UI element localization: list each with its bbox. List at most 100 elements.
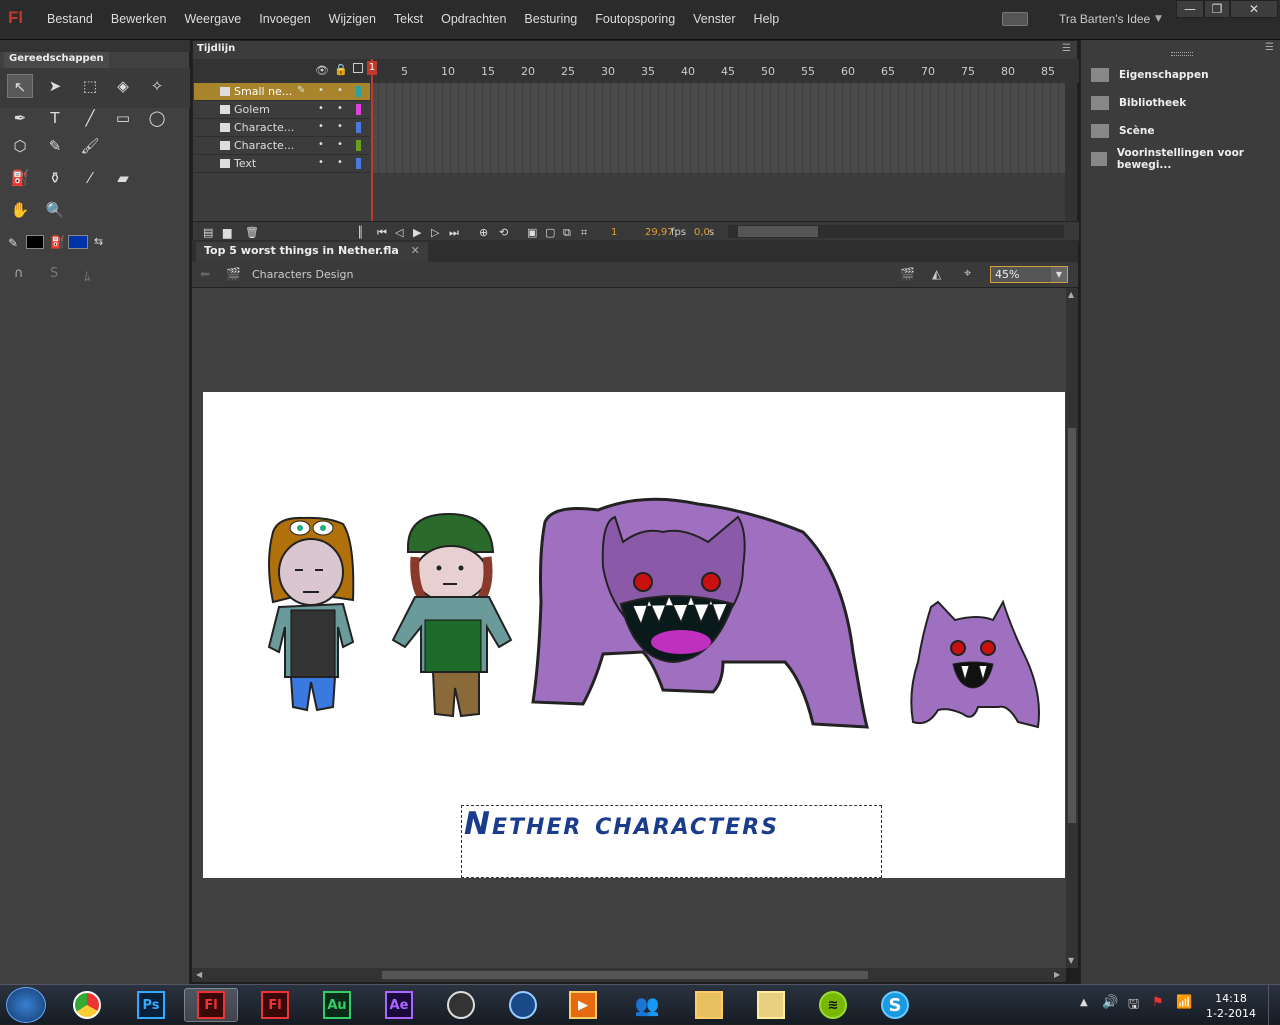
panel-menu-icon[interactable]: ☰	[1062, 43, 1071, 54]
back-arrow-icon[interactable]: ⬅	[200, 267, 210, 281]
current-frame-value[interactable]: 1	[611, 227, 617, 238]
straighten-icon[interactable]: ﾑ	[84, 266, 91, 285]
rectangle-tool-icon[interactable]: ▭	[110, 106, 136, 130]
scroll-thumb[interactable]	[1068, 428, 1076, 823]
layer-outline-color[interactable]	[356, 86, 361, 97]
step-forward-icon[interactable]: ▷	[431, 226, 439, 239]
swap-colors-icon[interactable]: ⇆	[94, 235, 103, 248]
taskbar-app-tool[interactable]	[434, 988, 488, 1022]
scroll-thumb[interactable]	[382, 971, 868, 979]
lasso-tool-icon[interactable]: ✧	[144, 74, 170, 98]
start-button[interactable]	[6, 987, 46, 1023]
layer-outline-color[interactable]	[356, 140, 361, 151]
timeline-hscroll[interactable]	[728, 225, 1064, 238]
play-icon[interactable]: ▶	[413, 226, 421, 239]
lock-toggle[interactable]: •	[337, 139, 343, 150]
loop-icon[interactable]: ⟲	[499, 226, 508, 239]
step-back-icon[interactable]: ◁	[395, 226, 403, 239]
panel-menu-icon[interactable]: ☰	[1265, 42, 1274, 53]
action-center-icon[interactable]: ⚑	[1152, 995, 1164, 1010]
modify-onion-markers-icon[interactable]: ⌗	[581, 226, 587, 240]
minimize-button[interactable]: —	[1176, 0, 1204, 18]
scroll-left-icon[interactable]: ◀	[196, 970, 202, 979]
lock-toggle[interactable]: •	[337, 157, 343, 168]
stroke-color-icon[interactable]: ✎	[8, 236, 18, 250]
hand-tool-icon[interactable]: ✋	[7, 198, 33, 222]
show-desktop-button[interactable]	[1268, 985, 1280, 1025]
layer-row[interactable]: Golem • •	[194, 101, 370, 119]
polystar-tool-icon[interactable]: ⬡	[7, 134, 33, 158]
fps-value[interactable]: 29,97	[645, 227, 674, 238]
volume-icon[interactable]: 🔊	[1102, 995, 1118, 1010]
visibility-toggle[interactable]: •	[318, 121, 324, 132]
taskbar-after-effects[interactable]: Ae	[372, 988, 426, 1022]
scroll-right-icon[interactable]: ▶	[1054, 970, 1060, 979]
document-tab[interactable]: Top 5 worst things in Nether.fla ✕	[196, 242, 428, 262]
taskbar-explorer[interactable]	[682, 988, 736, 1022]
menu-weergave[interactable]: Weergave	[175, 12, 250, 26]
chevron-down-icon[interactable]: ▼	[1155, 14, 1162, 24]
panel-scene[interactable]: Scène	[1091, 120, 1155, 142]
new-layer-icon[interactable]: ▤	[203, 226, 213, 239]
taskbar-audition[interactable]: Au	[310, 988, 364, 1022]
stage-hscroll[interactable]: ◀ ▶	[192, 968, 1066, 982]
onion-outline-icon[interactable]: ▢	[545, 226, 555, 239]
text-tool-icon[interactable]: T	[42, 106, 68, 130]
taskbar-chrome[interactable]	[60, 988, 114, 1022]
lock-toggle[interactable]: •	[337, 85, 343, 96]
playhead-handle[interactable]: 1	[367, 61, 377, 75]
new-folder-icon[interactable]: ▆	[223, 226, 231, 239]
taskbar-messenger[interactable]: 👥	[620, 988, 674, 1022]
free-transform-tool-icon[interactable]: ⬚	[77, 74, 103, 98]
trash-icon[interactable]: 🗑	[245, 226, 259, 239]
breadcrumb[interactable]: Characters Design	[252, 268, 354, 281]
panel-library[interactable]: Bibliotheek	[1091, 92, 1186, 114]
ink-bottle-tool-icon[interactable]: ⚱	[42, 166, 68, 190]
layer-row[interactable]: Text • •	[194, 155, 370, 173]
stage-vscroll[interactable]: ▲ ▼	[1066, 288, 1078, 968]
pen-tool-icon[interactable]: ✒	[7, 106, 33, 130]
lock-toggle[interactable]: •	[337, 121, 343, 132]
system-clock[interactable]: 14:18 1-2-2014	[1196, 991, 1266, 1021]
layer-outline-color[interactable]	[356, 104, 361, 115]
center-stage-icon[interactable]: ⌖	[964, 266, 971, 281]
smooth-icon[interactable]: S	[50, 266, 58, 281]
visibility-toggle[interactable]: •	[318, 139, 324, 150]
device-icon[interactable]: 🖫	[1128, 995, 1139, 1017]
title-text-box[interactable]: Nether characters	[461, 805, 882, 878]
subselection-tool-icon[interactable]: ➤	[42, 74, 68, 98]
visibility-toggle[interactable]: •	[318, 157, 324, 168]
fill-color-swatch[interactable]	[68, 235, 88, 249]
tray-expand-icon[interactable]: ▲	[1080, 997, 1088, 1008]
layer-outline-color[interactable]	[356, 122, 361, 133]
splitter-icon[interactable]: ║	[357, 226, 364, 239]
brush-tool-icon[interactable]: 🖌	[77, 134, 103, 158]
taskbar-spotify[interactable]: ≋	[806, 988, 860, 1022]
menu-bestand[interactable]: Bestand	[38, 12, 102, 26]
layer-row[interactable]: Small ne... ✎ • •	[194, 83, 370, 101]
snap-to-objects-icon[interactable]: ∩	[14, 266, 24, 281]
scroll-up-icon[interactable]: ▲	[1068, 290, 1074, 299]
stroke-color-swatch[interactable]	[26, 235, 44, 249]
pasteboard[interactable]: Nether characters	[192, 288, 1067, 968]
time-value[interactable]: 0,0	[694, 227, 710, 238]
zoom-tool-icon[interactable]: 🔍	[42, 198, 68, 222]
visibility-toggle[interactable]: •	[318, 103, 324, 114]
zoom-select[interactable]: 45% ▼	[990, 266, 1068, 283]
taskbar-media-player[interactable]: ▶	[556, 988, 610, 1022]
chevron-down-icon[interactable]: ▼	[1051, 267, 1067, 282]
taskbar-skype[interactable]: S	[868, 988, 922, 1022]
line-tool-icon[interactable]: ╱	[77, 106, 103, 130]
outline-icon[interactable]	[353, 63, 363, 73]
taskbar-folder[interactable]	[744, 988, 798, 1022]
edit-symbols-icon[interactable]: ◭	[932, 267, 941, 281]
layer-outline-color[interactable]	[356, 158, 361, 169]
scroll-thumb[interactable]	[738, 226, 818, 237]
menu-foutopsporing[interactable]: Foutopsporing	[586, 12, 684, 26]
lock-toggle[interactable]: •	[337, 103, 343, 114]
oval-tool-icon[interactable]: ◯	[144, 106, 170, 130]
visibility-toggle[interactable]: •	[318, 85, 324, 96]
eyedropper-tool-icon[interactable]: ⁄	[77, 166, 103, 190]
center-frame-icon[interactable]: ⊕	[479, 226, 488, 239]
menu-invoegen[interactable]: Invoegen	[250, 12, 319, 26]
